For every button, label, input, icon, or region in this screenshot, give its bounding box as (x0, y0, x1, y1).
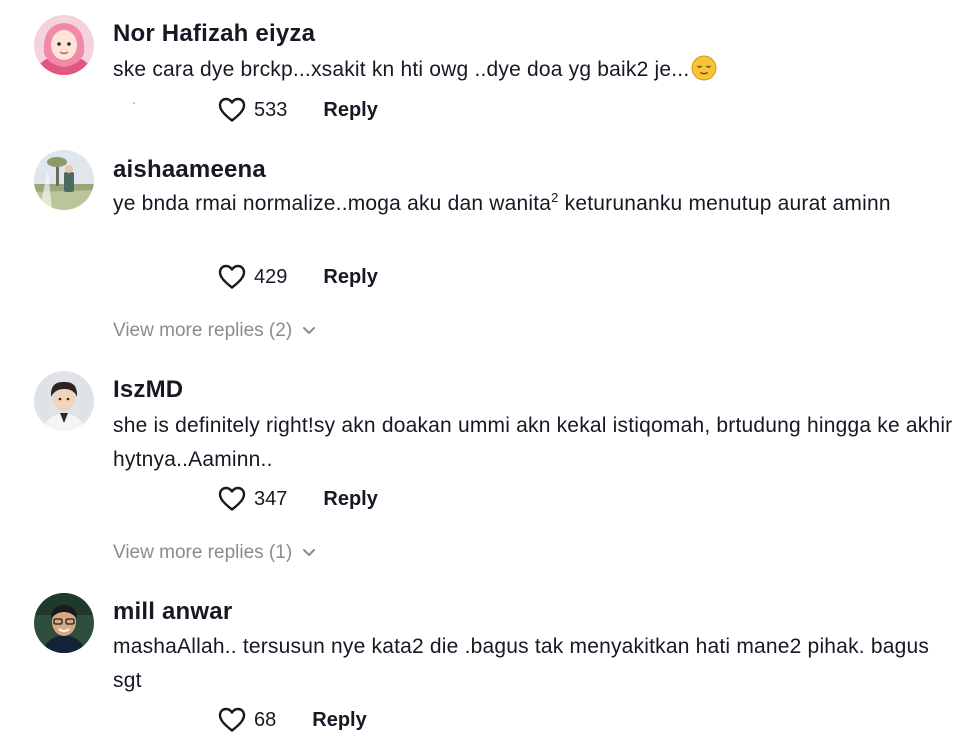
relieved-face-emoji (691, 55, 717, 81)
comment-text-body: ske cara dye brckp...xsakit kn hti owg .… (113, 58, 690, 81)
heart-outline-icon[interactable] (218, 264, 246, 290)
comment-text: she is definitely right!sy akn doakan um… (113, 414, 953, 471)
comment-text-part: ye bnda rmai normalize..moga aku dan wan… (113, 192, 552, 215)
avatar-image (34, 150, 94, 210)
avatar[interactable] (34, 150, 94, 210)
reply-button[interactable]: Reply (312, 709, 366, 732)
view-more-replies-button[interactable]: View more replies (1) (113, 542, 316, 564)
comment-text: mashaAllah.. tersusun nye kata2 die .bag… (113, 635, 930, 692)
heart-outline-icon[interactable] (218, 97, 246, 123)
like-count: 347 (254, 487, 288, 510)
comment-text: ske cara dye brckp...xsakit kn hti owg .… (113, 53, 953, 87)
like-count: 429 (254, 265, 288, 288)
comment-username[interactable]: mill anwar (113, 598, 232, 626)
avatar-image (34, 593, 94, 653)
reply-button[interactable]: Reply (323, 266, 377, 289)
reply-button[interactable]: Reply (323, 99, 377, 122)
chevron-down-icon (302, 548, 316, 558)
reply-button[interactable]: Reply (323, 488, 377, 511)
avatar-image (34, 15, 94, 75)
comment-actions: 68 Reply (218, 705, 367, 735)
comment-username[interactable]: aishaameena (113, 156, 266, 184)
avatar-image (34, 371, 94, 431)
superscript-text: 2 (551, 190, 559, 205)
comment-text: ye bnda rmai normalize..moga aku dan wan… (113, 187, 953, 221)
divider-dot (133, 102, 135, 104)
view-more-label: View more replies (1) (113, 542, 293, 563)
chevron-down-icon (302, 326, 316, 336)
comment-actions: 429 Reply (218, 262, 378, 292)
view-more-label: View more replies (2) (113, 320, 293, 341)
avatar[interactable] (34, 15, 94, 75)
avatar[interactable] (34, 371, 94, 431)
heart-outline-icon[interactable] (218, 707, 246, 733)
comment-username[interactable]: IszMD (113, 376, 183, 404)
like-count: 68 (254, 708, 277, 731)
comment-actions: 347 Reply (218, 484, 378, 514)
comment-actions: 533 Reply (218, 95, 378, 125)
avatar[interactable] (34, 593, 94, 653)
like-count: 533 (254, 98, 288, 121)
view-more-replies-button[interactable]: View more replies (2) (113, 320, 316, 342)
comment-text-part: keturunanku menutup aurat aminn (558, 192, 891, 215)
comment-username[interactable]: Nor Hafizah eiyza (113, 20, 315, 48)
heart-outline-icon[interactable] (218, 486, 246, 512)
